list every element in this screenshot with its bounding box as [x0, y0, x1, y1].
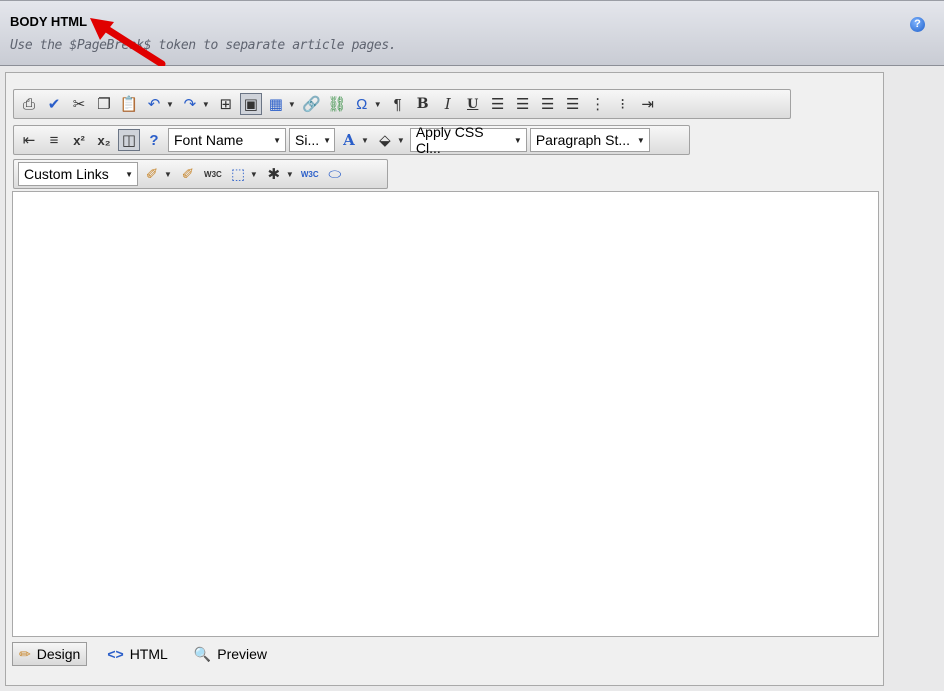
copy-icon[interactable]: ❐: [93, 93, 115, 115]
chevron-down-icon: ▼: [513, 135, 522, 145]
paragraph-style-select[interactable]: Paragraph St... ▼: [529, 128, 650, 152]
module-manager-icon[interactable]: ✱: [263, 163, 285, 185]
design-mode-tab[interactable]: ✏ Design: [12, 642, 88, 666]
track-changes-dropdown-icon[interactable]: ▼: [250, 170, 258, 179]
align-left-icon[interactable]: ☰: [487, 93, 509, 115]
font-color-icon[interactable]: A: [338, 129, 360, 151]
outdent-icon[interactable]: ⇤: [18, 129, 40, 151]
font-size-select[interactable]: Si... ▼: [289, 128, 335, 152]
toolbar-row-3: Custom Links ▼ ✐ ▼ ✐ W3C ⬚ ▼ ✱ ▼ W3C ⬭: [13, 159, 388, 189]
spellcheck-icon[interactable]: ✔: [43, 93, 65, 115]
bulleted-list-icon[interactable]: ⁝: [612, 93, 634, 115]
design-mode-label: Design: [36, 646, 81, 662]
xhtml-validator-icon[interactable]: W3C: [202, 163, 224, 185]
cut-icon[interactable]: ✂: [68, 93, 90, 115]
format-stripper-dropdown-icon[interactable]: ▼: [164, 170, 172, 179]
custom-links-value: Custom Links: [24, 166, 109, 182]
module-manager-dropdown-icon[interactable]: ▼: [286, 170, 294, 179]
html-mode-label: HTML: [129, 646, 168, 662]
toolbar-row-2: ⇤ ≡ x² x₂ ◫ ? Font Name ▼ Si... ▼ A ▼ ⬙ ▼ Ap…: [13, 124, 690, 156]
italic-icon[interactable]: I: [437, 93, 459, 115]
chevron-down-icon: ▼: [125, 169, 133, 179]
align-right-icon[interactable]: ☰: [537, 93, 559, 115]
undo-dropdown-icon[interactable]: ▼: [166, 100, 174, 109]
font-name-value: Font Name: [174, 132, 244, 148]
paste-icon[interactable]: 📋: [118, 93, 140, 115]
field-hint: Use the $PageBreak$ token to separate ar…: [10, 38, 397, 53]
horizontal-rule-icon[interactable]: ≡: [43, 129, 65, 151]
css-class-select[interactable]: Apply CSS Cl... ▼: [409, 124, 527, 156]
pencil-icon: ✏: [19, 645, 31, 662]
special-character-dropdown-icon[interactable]: ▼: [374, 100, 382, 109]
justify-icon[interactable]: ☰: [562, 93, 584, 115]
preview-mode-tab[interactable]: 🔍 Preview: [188, 642, 273, 666]
redo-dropdown-icon[interactable]: ▼: [202, 100, 210, 109]
chevron-down-icon: ▼: [636, 135, 645, 145]
indent-icon[interactable]: ⇥: [637, 93, 659, 115]
editor-help-icon[interactable]: ?: [143, 129, 165, 151]
css-class-value: Apply CSS Cl...: [415, 124, 484, 156]
font-name-select[interactable]: Font Name ▼: [168, 128, 286, 152]
html-mode-tab[interactable]: <> HTML: [101, 642, 173, 666]
background-color-icon[interactable]: ⬙: [374, 129, 396, 151]
clean-word-icon[interactable]: ✐: [177, 163, 199, 185]
format-stripper-icon[interactable]: ✐: [141, 163, 163, 185]
special-character-icon[interactable]: Ω: [351, 93, 373, 115]
superscript-icon[interactable]: x²: [68, 129, 90, 151]
undo-icon[interactable]: ↶: [143, 93, 165, 115]
remove-link-icon[interactable]: ⛓: [326, 93, 348, 115]
paragraph-mark-icon[interactable]: ¶: [387, 93, 409, 115]
insert-element-icon[interactable]: ⊞: [215, 93, 237, 115]
hyperlink-icon[interactable]: 🔗: [301, 93, 323, 115]
preview-mode-label: Preview: [217, 646, 268, 662]
custom-links-select[interactable]: Custom Links ▼: [18, 162, 138, 186]
print-icon[interactable]: ⎙: [18, 93, 40, 115]
toolbar-row-1: ⎙ ✔ ✂ ❐ 📋 ↶ ▼ ↷ ▼ ⊞ ▣ ▦ ▼ 🔗 ⛓ Ω ▼ ¶ B I U ☰ …: [13, 89, 791, 119]
editor-mode-bar: ✏ Design <> HTML 🔍 Preview: [12, 641, 287, 667]
accessibility-validator-icon[interactable]: W3C: [299, 163, 321, 185]
magnifier-icon: 🔍: [193, 645, 212, 662]
insert-table-icon[interactable]: ▦: [265, 93, 287, 115]
image-manager-icon[interactable]: ▣: [239, 93, 262, 115]
bold-icon[interactable]: B: [412, 93, 434, 115]
toggle-borders-icon[interactable]: ◫: [118, 129, 140, 151]
editor-content-area[interactable]: [12, 191, 879, 637]
field-title: BODY HTML: [10, 14, 88, 29]
redo-icon[interactable]: ↷: [179, 93, 201, 115]
track-changes-icon[interactable]: ⬚: [227, 163, 249, 185]
chevron-down-icon: ▼: [273, 135, 281, 145]
align-center-icon[interactable]: ☰: [512, 93, 534, 115]
font-color-dropdown-icon[interactable]: ▼: [361, 136, 369, 145]
code-brackets-icon: <>: [107, 646, 124, 662]
paragraph-style-value: Paragraph St...: [535, 132, 631, 148]
chevron-down-icon: ▼: [323, 135, 332, 145]
underline-icon[interactable]: U: [462, 93, 484, 115]
table-dropdown-icon[interactable]: ▼: [288, 100, 296, 109]
help-icon[interactable]: ?: [910, 17, 925, 32]
numbered-list-icon[interactable]: ⋮: [587, 93, 609, 115]
template-manager-icon[interactable]: ⬭: [324, 163, 346, 185]
font-size-value: Si...: [295, 132, 320, 148]
subscript-icon[interactable]: x₂: [93, 129, 115, 151]
background-color-dropdown-icon[interactable]: ▼: [397, 136, 405, 145]
